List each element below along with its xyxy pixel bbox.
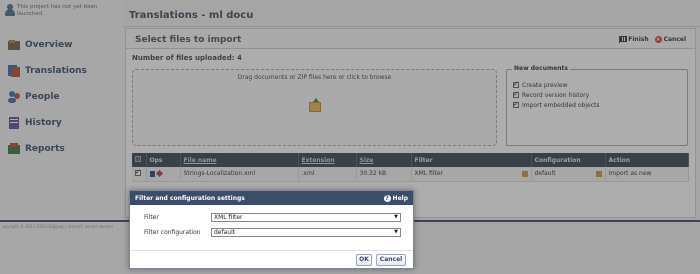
filter-select-value: XML filter	[214, 214, 243, 221]
filter-config-select-value: default	[214, 229, 236, 236]
filter-config-label: Filter configuration	[144, 229, 201, 236]
help-label: Help	[392, 194, 408, 202]
filter-settings-dialog: Filter and configuration settings ? Help…	[129, 190, 414, 269]
dialog-title: Filter and configuration settings	[135, 194, 245, 202]
dialog-header: Filter and configuration settings ? Help	[130, 191, 413, 205]
dropdown-arrow-icon: ▼	[394, 229, 398, 235]
filter-row: Filter XML filter ▼	[144, 213, 401, 222]
filter-label: Filter	[144, 214, 159, 221]
help-link[interactable]: ? Help	[383, 194, 408, 202]
dropdown-arrow-icon: ▼	[394, 214, 398, 220]
ok-button[interactable]: OK	[356, 254, 372, 266]
dialog-cancel-button[interactable]: Cancel	[376, 254, 406, 266]
filter-select[interactable]: XML filter ▼	[211, 213, 401, 222]
help-icon: ?	[383, 194, 391, 202]
filter-config-row: Filter configuration default ▼	[144, 228, 401, 237]
filter-config-select[interactable]: default ▼	[211, 228, 401, 237]
dialog-footer: OK Cancel	[130, 250, 413, 268]
